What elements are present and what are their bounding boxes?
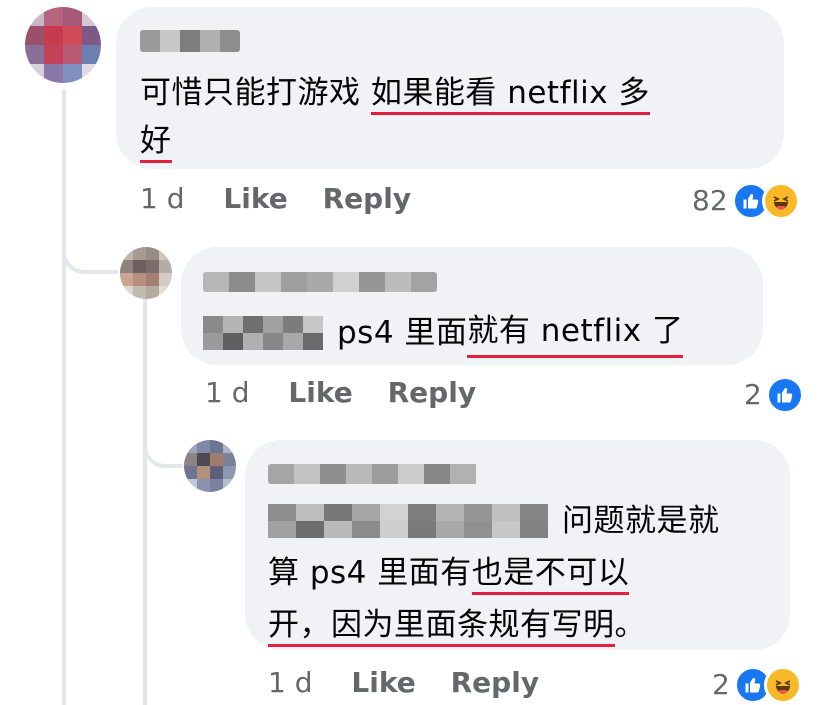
haha-icon <box>763 666 802 704</box>
mentioned-user[interactable] <box>268 504 548 538</box>
reaction-count: 2 <box>744 378 762 411</box>
reaction-summary[interactable]: 2 <box>744 376 804 414</box>
comment-text: 可惜只能打游戏 如果能看 netflix 多 好 <box>140 70 770 164</box>
comment-actions: 1 d Like Reply <box>268 666 539 700</box>
reaction-count: 2 <box>712 668 730 701</box>
comment-text: 问题就是就 算 ps4 里面有也是不可以 开，因为里面条规有写明。 <box>268 498 788 648</box>
avatar[interactable] <box>184 440 236 492</box>
avatar[interactable] <box>120 247 172 299</box>
timestamp[interactable]: 1 d <box>140 182 185 215</box>
timestamp[interactable]: 1 d <box>268 666 313 699</box>
comment-text: ps4 里面 就有 netflix 了 <box>203 308 763 358</box>
like-icon <box>765 376 804 414</box>
thread-line-main <box>62 90 66 705</box>
avatar[interactable] <box>25 7 101 83</box>
like-button[interactable]: Like <box>288 376 352 409</box>
commenter-name[interactable] <box>268 464 480 484</box>
haha-icon <box>761 182 800 220</box>
reaction-count: 82 <box>692 184 728 217</box>
reaction-summary[interactable]: 82 <box>692 182 800 220</box>
reply-button[interactable]: Reply <box>323 182 411 215</box>
timestamp[interactable]: 1 d <box>205 376 250 409</box>
thread-line-reply <box>143 298 147 705</box>
reply-button[interactable]: Reply <box>451 666 539 699</box>
mentioned-user[interactable] <box>203 316 323 350</box>
reply-button[interactable]: Reply <box>388 376 476 409</box>
commenter-name[interactable] <box>140 30 240 52</box>
comment-actions: 1 d Like Reply <box>140 182 411 216</box>
comment-actions: 1 d Like Reply <box>205 376 476 410</box>
reaction-summary[interactable]: 2 <box>712 666 802 704</box>
thread-connector-1 <box>62 218 118 274</box>
like-button[interactable]: Like <box>223 182 287 215</box>
like-button[interactable]: Like <box>351 666 415 699</box>
commenter-name[interactable] <box>203 272 437 292</box>
thread-connector-2 <box>143 412 183 468</box>
